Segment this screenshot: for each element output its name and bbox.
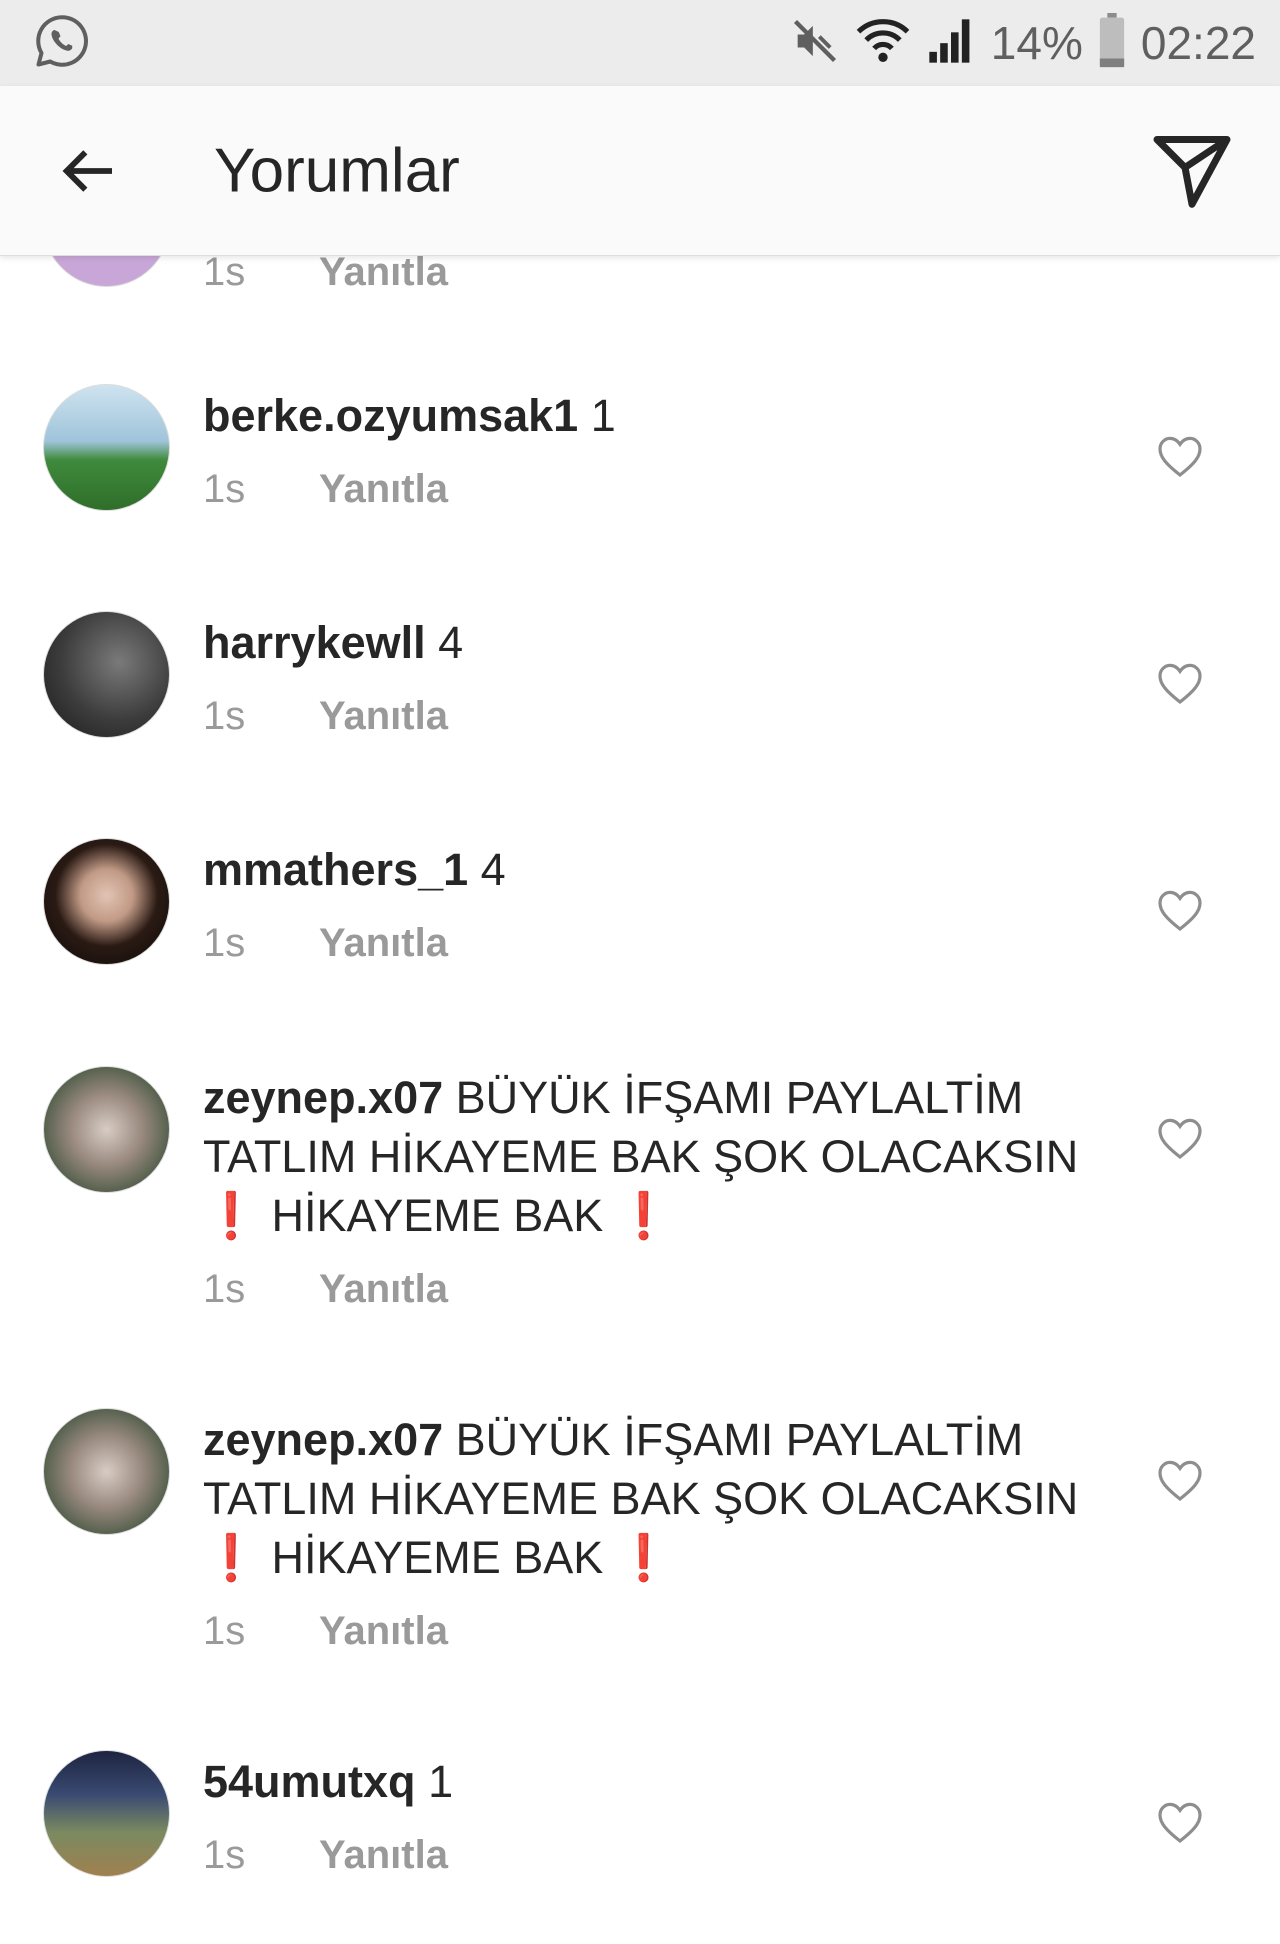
mute-icon xyxy=(789,15,841,72)
signal-icon xyxy=(925,15,977,72)
reply-button[interactable]: Yanıtla xyxy=(319,921,448,966)
comment-text: 4 xyxy=(480,844,506,895)
comment-text: 1 xyxy=(428,1756,454,1807)
like-heart-icon[interactable] xyxy=(1156,888,1204,932)
like-heart-icon[interactable] xyxy=(1156,661,1204,705)
battery-icon xyxy=(1097,12,1127,74)
exclamation-icon: ❗ xyxy=(203,1532,260,1583)
status-bar: 14% 02:22 xyxy=(0,0,1280,86)
comment-time: 1s xyxy=(203,921,246,965)
whatsapp-icon xyxy=(32,11,92,76)
comment-time: 1s xyxy=(203,1267,246,1311)
comment-username[interactable]: mmathers_1 xyxy=(203,844,468,895)
reply-button[interactable]: Yanıtla xyxy=(319,250,448,295)
comment-list[interactable]: 1s Yanıtla berke.ozyumsak1 1 1s Yanıtla … xyxy=(0,0,1280,1944)
comment-username[interactable]: berke.ozyumsak1 xyxy=(203,390,578,441)
back-arrow-icon[interactable] xyxy=(48,131,128,211)
comment-text: HİKAYEME BAK xyxy=(271,1190,604,1241)
comment-time: 1s xyxy=(203,694,246,738)
battery-percent: 14% xyxy=(990,17,1083,69)
comment-text: 4 xyxy=(438,617,464,668)
comment-username[interactable]: zeynep.x07 xyxy=(203,1414,443,1465)
reply-button[interactable]: Yanıtla xyxy=(319,1833,448,1878)
comment-time: 1s xyxy=(203,467,246,511)
reply-button[interactable]: Yanıtla xyxy=(319,1609,448,1654)
avatar[interactable] xyxy=(43,611,170,738)
like-heart-icon[interactable] xyxy=(1156,1458,1204,1502)
reply-button[interactable]: Yanıtla xyxy=(319,467,448,512)
exclamation-icon: ❗ xyxy=(615,1190,672,1241)
avatar[interactable] xyxy=(43,838,170,965)
wifi-icon xyxy=(855,15,911,72)
avatar[interactable] xyxy=(43,1408,170,1535)
reply-button[interactable]: Yanıtla xyxy=(319,694,448,739)
status-time: 02:22 xyxy=(1140,17,1256,69)
exclamation-icon: ❗ xyxy=(615,1532,672,1583)
like-heart-icon[interactable] xyxy=(1156,1116,1204,1160)
comment-time: 1s xyxy=(203,250,246,294)
like-heart-icon[interactable] xyxy=(1156,434,1204,478)
avatar[interactable] xyxy=(43,1066,170,1193)
comment-username[interactable]: 54umutxq xyxy=(203,1756,416,1807)
page-title: Yorumlar xyxy=(214,136,460,205)
header: Yorumlar xyxy=(0,86,1280,256)
send-icon[interactable] xyxy=(1144,123,1240,219)
like-heart-icon[interactable] xyxy=(1156,1800,1204,1844)
exclamation-icon: ❗ xyxy=(203,1190,260,1241)
comment-username[interactable]: harrykewll xyxy=(203,617,426,668)
avatar[interactable] xyxy=(43,1750,170,1877)
avatar[interactable] xyxy=(43,384,170,511)
reply-button[interactable]: Yanıtla xyxy=(319,1267,448,1312)
comment-time: 1s xyxy=(203,1833,246,1877)
comment-text: 1 xyxy=(590,390,616,441)
comment-text: HİKAYEME BAK xyxy=(271,1532,604,1583)
comment-username[interactable]: zeynep.x07 xyxy=(203,1072,443,1123)
comment-time: 1s xyxy=(203,1609,246,1653)
